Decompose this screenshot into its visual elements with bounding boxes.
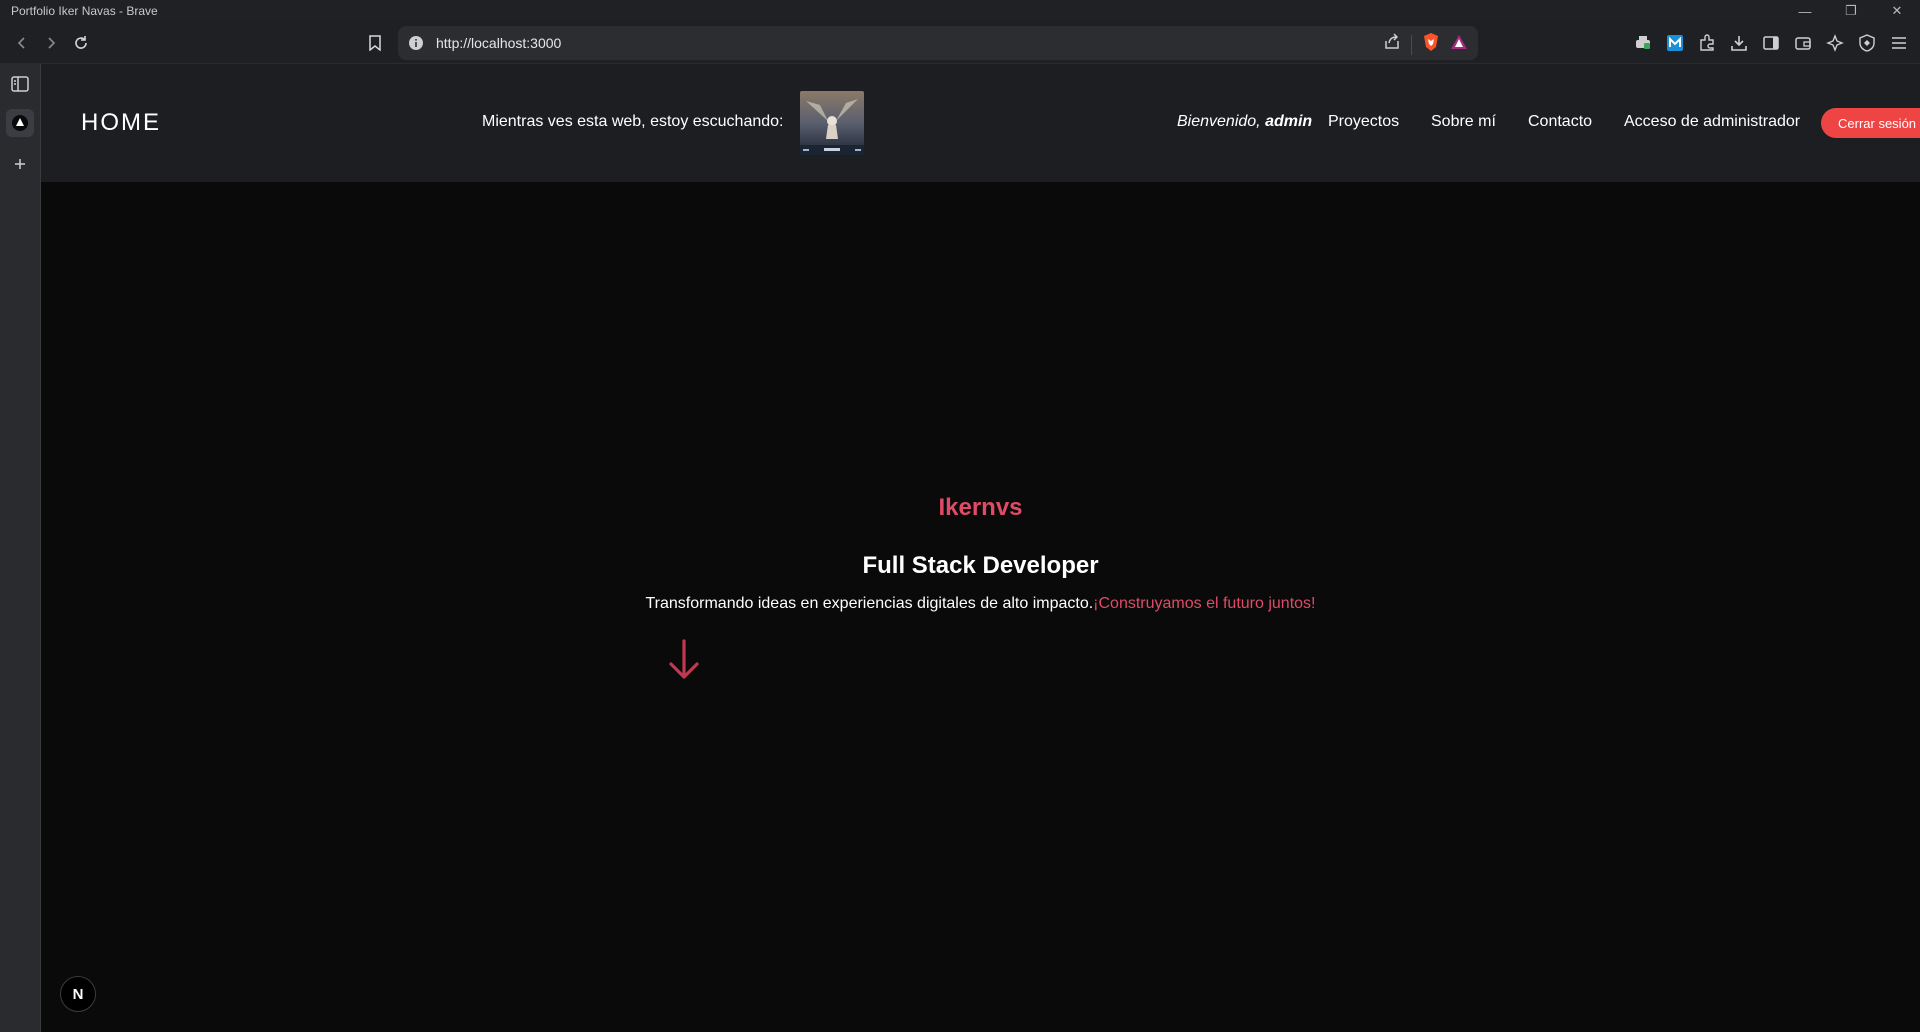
separator	[1411, 34, 1412, 55]
nextjs-dev-badge[interactable]: N	[60, 976, 96, 1012]
sidebar-icon[interactable]	[1758, 30, 1784, 56]
leo-ai-icon[interactable]	[1822, 30, 1848, 56]
download-icon[interactable]	[1726, 30, 1752, 56]
wallet-icon[interactable]	[1790, 30, 1816, 56]
hero-subtitle-text: Transformando ideas en experiencias digi…	[645, 595, 1094, 612]
toggle-sidebar-icon[interactable]	[6, 70, 34, 98]
bookmark-icon[interactable]	[362, 30, 388, 56]
forward-icon[interactable]	[38, 30, 64, 56]
add-sidebar-item-icon[interactable]	[6, 150, 34, 178]
m-extension-icon[interactable]	[1662, 30, 1688, 56]
nav-link-proyectos[interactable]: Proyectos	[1328, 113, 1399, 131]
window-controls: — ❐ ✕	[1782, 0, 1920, 22]
site-navbar: HOME Mientras ves esta web, estoy escuch…	[41, 64, 1920, 182]
toolbar-actions	[1630, 30, 1912, 56]
menu-icon[interactable]	[1886, 30, 1912, 56]
hero-title: Full Stack Developer	[862, 552, 1099, 579]
minimize-icon[interactable]: —	[1782, 0, 1828, 22]
close-icon[interactable]: ✕	[1874, 0, 1920, 22]
printer-extension-icon[interactable]	[1630, 30, 1656, 56]
browser-toolbar: http://localhost:3000	[0, 22, 1920, 64]
album-cover-image[interactable]	[800, 91, 864, 155]
hero-subtitle-accent: ¡Construyamos el futuro juntos!	[1093, 595, 1316, 612]
browser-side-panel	[0, 64, 41, 1032]
address-bar[interactable]: http://localhost:3000	[398, 26, 1478, 60]
now-playing-label: Mientras ves esta web, estoy escuchando:	[482, 113, 784, 130]
welcome-username: admin	[1265, 113, 1313, 130]
share-icon[interactable]	[1383, 33, 1401, 56]
welcome-prefix: Bienvenido,	[1177, 113, 1261, 130]
nav-link-contacto[interactable]: Contacto	[1528, 113, 1592, 131]
info-icon[interactable]	[408, 35, 424, 56]
brave-rewards-icon[interactable]	[1450, 33, 1468, 56]
extensions-icon[interactable]	[1694, 30, 1720, 56]
window-titlebar: Portfolio Iker Navas - Brave — ❐ ✕	[0, 0, 1920, 22]
welcome-message: Bienvenido, admin	[1177, 113, 1312, 131]
home-link[interactable]: HOME	[81, 109, 161, 137]
leo-sidebar-icon[interactable]	[6, 109, 34, 137]
brave-shields-icon[interactable]	[1422, 32, 1440, 57]
vpn-icon[interactable]	[1854, 30, 1880, 56]
nav-link-sobre-mi[interactable]: Sobre mí	[1431, 113, 1496, 131]
window-title: Portfolio Iker Navas - Brave	[11, 4, 158, 18]
nav-link-admin-access[interactable]: Acceso de administrador	[1624, 113, 1800, 131]
hero-name: Ikernvs	[938, 494, 1023, 521]
back-icon[interactable]	[9, 30, 35, 56]
reload-icon[interactable]	[68, 30, 94, 56]
page-viewport: HOME Mientras ves esta web, estoy escuch…	[41, 64, 1920, 1032]
url-text[interactable]: http://localhost:3000	[436, 35, 561, 51]
logout-button[interactable]: Cerrar sesión	[1821, 108, 1920, 138]
scroll-down-arrow-icon[interactable]	[667, 639, 701, 686]
address-bar-actions	[1383, 32, 1468, 57]
restore-icon[interactable]: ❐	[1828, 0, 1874, 22]
hero-subtitle: Transformando ideas en experiencias digi…	[41, 595, 1920, 613]
